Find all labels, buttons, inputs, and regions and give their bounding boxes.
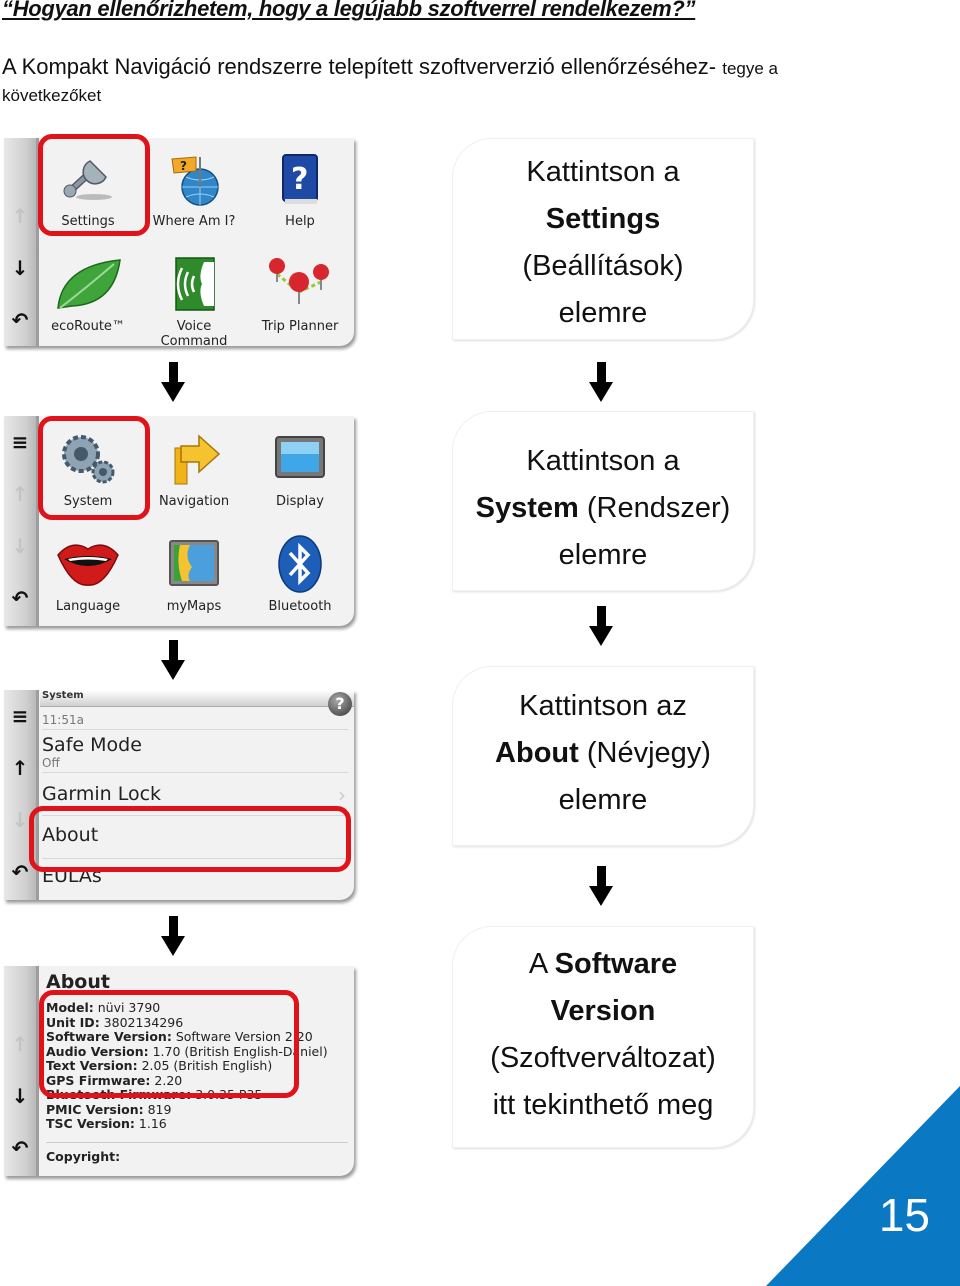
step-box-3: Kattintson az About (Névjegy) elemre xyxy=(452,666,754,846)
down-arrow-icon[interactable]: ↓ xyxy=(8,256,32,280)
sidebar: ↑ ↓ ↶ xyxy=(4,966,39,1176)
menu-item-bluetooth[interactable]: Bluetooth xyxy=(250,531,350,614)
menu-icon[interactable]: ≡ xyxy=(8,704,32,728)
system-header: System xyxy=(40,690,354,707)
voice-icon xyxy=(144,251,244,317)
menu-item-display[interactable]: Display xyxy=(250,426,350,509)
copyright-label: Copyright: xyxy=(46,1149,121,1164)
sidebar: ↑ ↓ ↶ xyxy=(4,138,39,346)
menu-item-navigation[interactable]: Navigation xyxy=(144,426,244,509)
page-number: 15 xyxy=(878,1189,930,1241)
svg-text:?: ? xyxy=(291,162,308,197)
menu-item-trip-planner[interactable]: Trip Planner xyxy=(250,251,350,334)
menu-icon[interactable]: ≡ xyxy=(8,430,32,454)
up-arrow-icon[interactable]: ↑ xyxy=(8,482,32,506)
leaf-icon xyxy=(38,251,138,317)
intro-small: tegye a xyxy=(722,59,779,78)
down-arrow-icon[interactable]: ↓ xyxy=(8,534,32,558)
highlight-software-info xyxy=(39,990,299,1098)
back-icon[interactable]: ↶ xyxy=(8,860,32,884)
up-arrow-icon[interactable]: ↑ xyxy=(8,204,32,228)
intro-line2: következőket xyxy=(2,86,102,105)
highlight-about xyxy=(29,806,351,872)
down-arrow-icon[interactable]: ↓ xyxy=(8,1084,32,1108)
intro-main: A Kompakt Navigáció rendszerre telepítet… xyxy=(2,54,717,79)
page-corner-triangle xyxy=(766,1086,960,1286)
menu-item-mymaps[interactable]: myMaps xyxy=(144,531,244,614)
list-item-current-time[interactable]: 11:51a xyxy=(42,707,348,730)
sidebar: ≡ ↑ ↓ ↶ xyxy=(4,416,39,626)
intro-text: A Kompakt Navigáció rendszerre telepítet… xyxy=(2,52,942,84)
menu-item-help[interactable]: ? Help xyxy=(250,146,350,229)
pushpins-icon xyxy=(250,251,350,317)
up-arrow-icon[interactable]: ↑ xyxy=(8,1032,32,1056)
list-item-safe-mode[interactable]: Safe Mode Off xyxy=(42,730,348,773)
about-line: TSC Version: 1.16 xyxy=(46,1116,167,1131)
menu-item-voice-command[interactable]: Voice Command xyxy=(144,251,244,346)
back-icon[interactable]: ↶ xyxy=(8,308,32,332)
navigation-arrow-icon xyxy=(144,426,244,492)
svg-text:?: ? xyxy=(180,159,187,173)
step-box-4: A Software Version (Szoftverváltozat) it… xyxy=(452,926,754,1148)
about-line: PMIC Version: 819 xyxy=(46,1101,172,1117)
step-box-1: Kattintson a Settings (Beállítások) elem… xyxy=(452,138,754,340)
step-box-2: Kattintson a System (Rendszer) elemre xyxy=(452,411,754,591)
back-icon[interactable]: ↶ xyxy=(8,586,32,610)
highlight-settings xyxy=(38,134,150,236)
menu-item-where-am-i[interactable]: ? Where Am I? xyxy=(144,146,244,229)
divider xyxy=(46,1142,348,1143)
help-book-icon: ? xyxy=(250,146,350,212)
up-arrow-icon[interactable]: ↑ xyxy=(8,756,32,780)
back-icon[interactable]: ↶ xyxy=(8,1136,32,1160)
menu-item-language[interactable]: Language xyxy=(38,531,138,614)
lips-icon xyxy=(38,531,138,597)
display-icon xyxy=(250,426,350,492)
menu-item-ecoroute[interactable]: ecoRoute™ xyxy=(38,251,138,334)
map-icon xyxy=(144,531,244,597)
chevron-right-icon: › xyxy=(338,783,346,807)
page-title: “Hogyan ellenőrizhetem, hogy a legújabb … xyxy=(2,0,696,21)
globe-flag-icon: ? xyxy=(144,146,244,212)
bluetooth-icon xyxy=(250,531,350,597)
highlight-system xyxy=(38,416,150,520)
